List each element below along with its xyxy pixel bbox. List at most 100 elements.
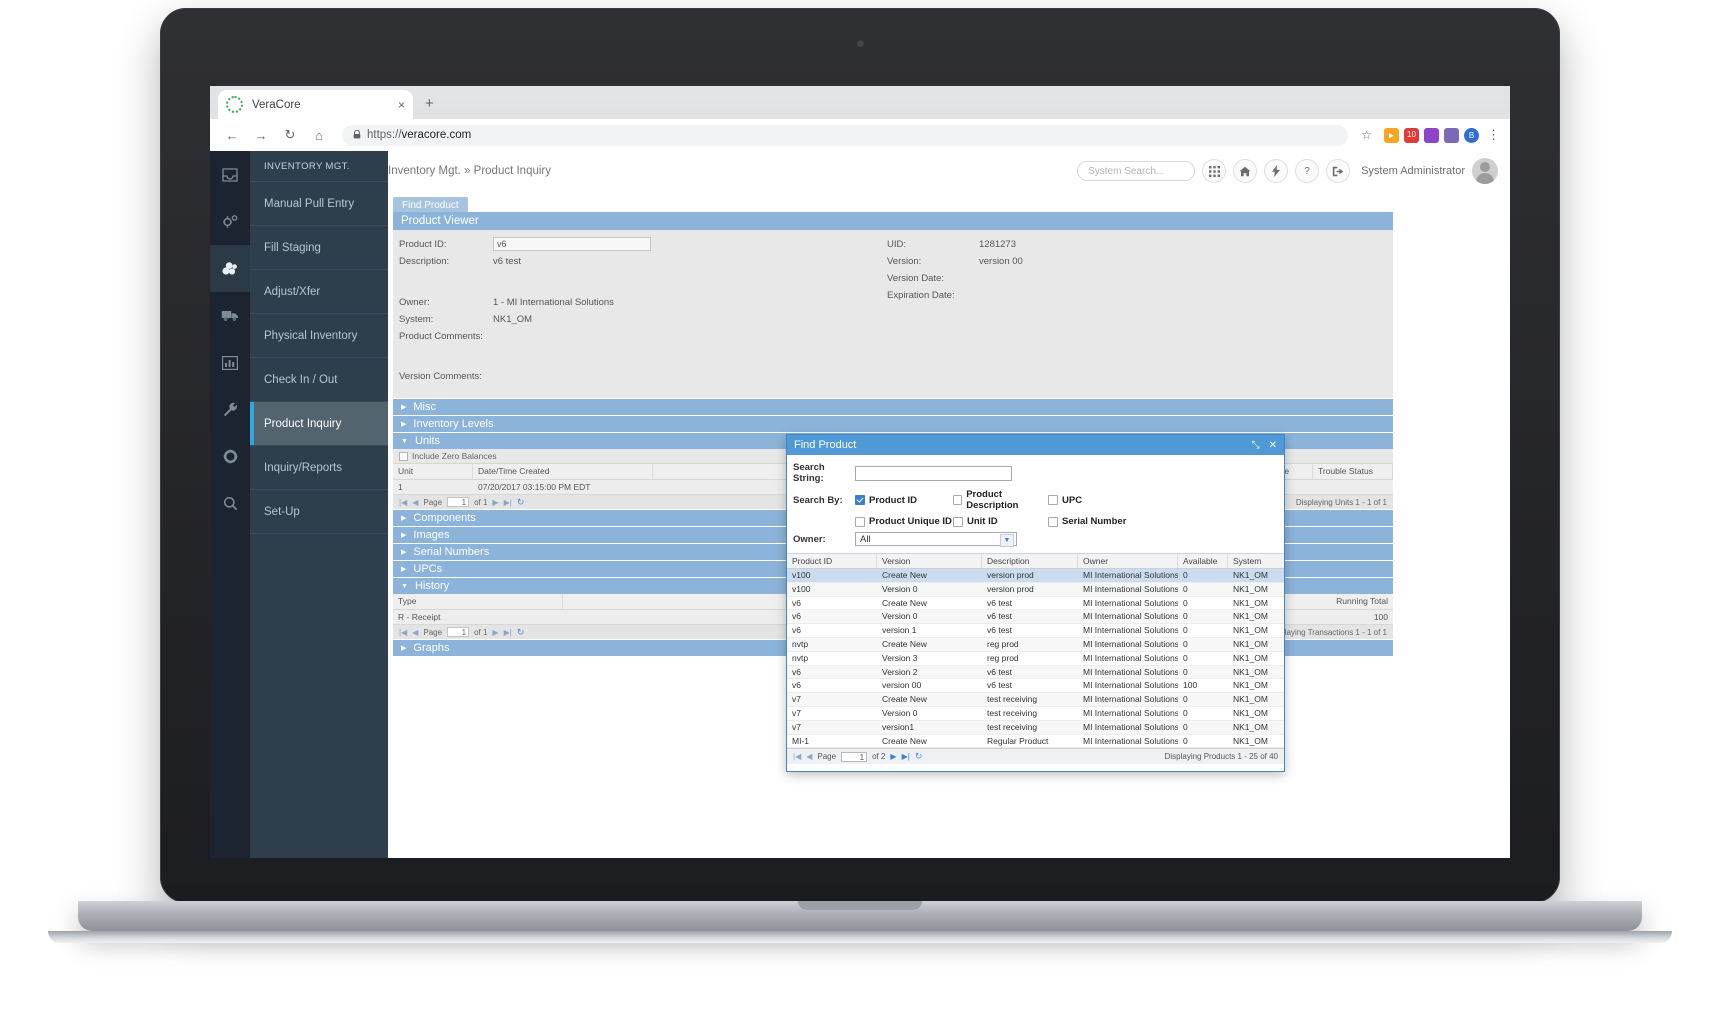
col-owner[interactable]: Owner <box>1078 554 1178 568</box>
col-trouble-status[interactable]: Trouble Status <box>1313 464 1393 479</box>
sidebar-item-adjust-xfer[interactable]: Adjust/Xfer <box>250 270 388 314</box>
forward-icon[interactable]: → <box>249 123 273 147</box>
product-id-input[interactable]: v6 <box>493 237 651 251</box>
sidebar-item-physical-inventory[interactable]: Physical Inventory <box>250 314 388 358</box>
address-bar[interactable]: https://veracore.com <box>342 124 1349 146</box>
page-input[interactable]: 1 <box>841 751 868 762</box>
extension-icon-purple[interactable] <box>1424 127 1439 143</box>
modal-title: Find Product <box>794 439 857 451</box>
table-row[interactable]: v6 Version 2 v6 test MI International Solut… <box>787 665 1284 680</box>
col-version[interactable]: Version <box>877 554 982 568</box>
expand-icon[interactable]: ⤡ <box>1252 440 1260 451</box>
cell-available: 0 <box>1183 625 1188 636</box>
help-icon[interactable]: ? <box>1295 159 1320 183</box>
new-tab-button[interactable]: + <box>425 95 434 112</box>
checkbox-unit-id[interactable]: Unit ID <box>953 516 1048 527</box>
next-page-icon[interactable]: ▶ <box>492 498 498 507</box>
col-description[interactable]: Description <box>982 554 1078 568</box>
table-row[interactable]: v100 Version 0 version prod MI Internationa… <box>787 582 1284 597</box>
extension-icon-blue[interactable]: 10 <box>1404 127 1419 143</box>
col-type[interactable]: Type <box>393 594 563 609</box>
logout-icon[interactable] <box>1326 159 1351 183</box>
checkbox-product-id[interactable]: Product ID <box>855 495 953 506</box>
checkbox-product-description[interactable]: Product Description <box>953 489 1048 511</box>
cell-system: NK1_OM <box>1233 707 1268 718</box>
extension-icon-orange[interactable]: ► <box>1384 127 1399 143</box>
modal-header[interactable]: Find Product ⤡ ✕ <box>787 435 1284 455</box>
profile-icon[interactable]: B <box>1464 127 1479 143</box>
checkbox-product-unique-id[interactable]: Product Unique ID <box>855 516 953 527</box>
accordion-inventory-levels[interactable]: ▶ Inventory Levels <box>393 415 1393 432</box>
table-row[interactable]: v7 Version 0 test receiving MI Internationa… <box>787 707 1284 721</box>
back-icon[interactable]: ← <box>220 123 244 147</box>
first-page-icon[interactable]: |◀ <box>399 628 407 637</box>
col-unit[interactable]: Unit <box>393 464 473 479</box>
bookmark-star-icon[interactable]: ☆ <box>1361 128 1372 142</box>
reload-icon[interactable]: ↻ <box>278 123 302 147</box>
home-icon[interactable] <box>1233 159 1258 183</box>
close-tab-icon[interactable]: × <box>398 98 405 112</box>
last-page-icon[interactable]: ▶| <box>504 498 512 507</box>
next-page-icon[interactable]: ▶ <box>890 752 896 761</box>
browser-menu-icon[interactable]: ⋮ <box>1487 127 1500 143</box>
last-page-icon[interactable]: ▶| <box>504 628 512 637</box>
col-system[interactable]: System <box>1228 554 1284 568</box>
next-page-icon[interactable]: ▶ <box>492 628 498 637</box>
close-icon[interactable]: ✕ <box>1269 440 1277 451</box>
inbox-icon[interactable] <box>210 151 250 198</box>
checkbox-serial-number[interactable]: Serial Number <box>1048 516 1126 527</box>
table-row[interactable]: v100 Create New version prod MI Internation… <box>787 569 1284 583</box>
chevron-down-icon[interactable]: ▼ <box>1000 534 1014 547</box>
table-row[interactable]: v7 Create New test receiving MI Internation… <box>787 693 1284 707</box>
gear-icon[interactable] <box>210 433 250 480</box>
accordion-misc[interactable]: ▶ Misc <box>393 398 1393 415</box>
app-topbar: Inventory Mgt. » Product Inquiry System … <box>210 151 1510 194</box>
grid-icon[interactable] <box>1202 159 1227 183</box>
table-row[interactable]: v6 Create New v6 test MI International Solu… <box>787 597 1284 611</box>
checkbox-product-id-label: Product ID <box>869 494 918 506</box>
first-page-icon[interactable]: |◀ <box>793 752 801 761</box>
sidebar-item-product-inquiry[interactable]: Product Inquiry <box>250 402 388 446</box>
col-available[interactable]: Available <box>1178 554 1228 568</box>
refresh-icon[interactable]: ↻ <box>915 751 923 762</box>
table-row[interactable]: v6 version 00 v6 test MI International Solu… <box>787 679 1284 694</box>
table-row[interactable]: v7 version1 test receiving MI International… <box>787 720 1284 735</box>
table-row[interactable]: v6 version 1 v6 test MI International Solut… <box>787 624 1284 638</box>
sidebar-item-inquiry-reports[interactable]: Inquiry/Reports <box>250 446 388 490</box>
owner-select[interactable]: All ▼ <box>855 532 1017 547</box>
prev-page-icon[interactable]: ◀ <box>806 752 812 761</box>
bolt-icon[interactable] <box>1264 159 1289 183</box>
sidebar-item-fill-staging[interactable]: Fill Staging <box>250 226 388 270</box>
home-icon[interactable]: ⌂ <box>307 123 331 147</box>
last-page-icon[interactable]: ▶| <box>902 752 910 761</box>
cell-trouble <box>1313 480 1393 494</box>
search-string-input[interactable] <box>855 465 1012 481</box>
browser-tab[interactable]: VeraCore × <box>218 90 413 119</box>
col-product-id[interactable]: Product ID <box>787 554 877 568</box>
table-row[interactable]: MI-1 Create New Regular Product MI Internat… <box>787 735 1284 749</box>
extension-icon-shield[interactable] <box>1444 127 1459 143</box>
page-input[interactable]: 1 <box>447 627 470 637</box>
first-page-icon[interactable]: |◀ <box>399 498 407 507</box>
inventory-cubes-icon[interactable] <box>210 245 250 292</box>
col-datetime[interactable]: Date/Time Created <box>473 464 653 479</box>
search-icon[interactable] <box>210 480 250 527</box>
sidebar-item-check-in-out[interactable]: Check In / Out <box>250 358 388 402</box>
table-row[interactable]: nvtp Version 3 reg prod MI International So… <box>787 652 1284 666</box>
truck-icon[interactable] <box>210 292 250 339</box>
checkbox-upc[interactable]: UPC <box>1048 495 1082 506</box>
page-input[interactable]: 1 <box>447 497 470 507</box>
table-row[interactable]: v6 Version 0 v6 test MI International Solut… <box>787 610 1284 625</box>
chart-bar-icon[interactable] <box>210 339 250 386</box>
table-row[interactable]: nvtp Create New reg prod MI International S… <box>787 637 1284 652</box>
settings-gears-icon[interactable] <box>210 198 250 245</box>
wrench-icon[interactable] <box>210 386 250 433</box>
sidebar-item-manual-pull-entry[interactable]: Manual Pull Entry <box>250 182 388 226</box>
prev-page-icon[interactable]: ◀ <box>412 498 418 507</box>
sidebar-item-set-up[interactable]: Set-Up <box>250 490 388 534</box>
refresh-icon[interactable]: ↻ <box>517 627 525 638</box>
refresh-icon[interactable]: ↻ <box>517 497 525 508</box>
prev-page-icon[interactable]: ◀ <box>412 628 418 637</box>
system-search-input[interactable]: System Search... <box>1077 161 1196 181</box>
avatar[interactable] <box>1472 158 1498 184</box>
